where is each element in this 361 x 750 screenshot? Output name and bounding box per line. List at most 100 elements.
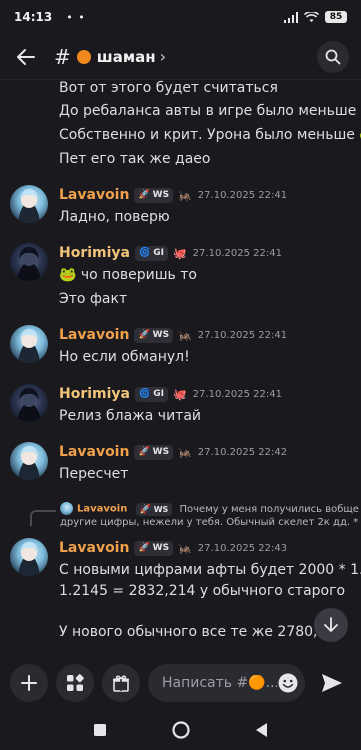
message-line: Это факт [59,291,128,307]
jump-to-latest-button[interactable] [314,608,348,642]
avatar[interactable] [10,384,48,422]
chevron-right-icon[interactable]: › [160,47,166,66]
message-header: Lavavoin 🚀 WS 🦗 27.10.2025 22:43 [59,540,287,556]
hash-icon: # [54,44,71,69]
username[interactable]: Lavavoin [59,540,129,556]
timestamp: 27.10.2025 22:41 [197,329,288,341]
send-button[interactable] [313,664,351,702]
emoji-icon[interactable] [277,672,299,694]
signal-icon [284,11,298,23]
guild-tag[interactable]: 🚀 WS [134,187,174,203]
swirl-icon: 🌀 [139,389,151,399]
message-line: 🐸 чо поверишь то [59,267,197,283]
guild-tag[interactable]: 🚀 WS [134,327,174,343]
orange-circle-emoji [76,49,91,64]
guild-tag[interactable]: 🌀 GI [135,386,168,402]
badge-icon: 🦗 [178,188,192,202]
channel-name[interactable]: шаман [97,48,156,66]
tag-label: WS [152,330,170,340]
message-header: Horimiya 🌀 GI 🐙 27.10.2025 22:41 [59,386,282,402]
rocket-icon: 🚀 [138,330,150,340]
tag-label: WS [152,190,170,200]
message-line: Вот от этого будет считаться [59,80,278,96]
reply-username: Lavavoin [77,503,128,515]
arrow-down-icon [324,617,338,632]
tag-label: WS [152,447,170,457]
badge-icon: 🦗 [178,445,192,459]
message-header: Horimiya 🌀 GI 🐙 27.10.2025 22:41 [59,245,282,261]
message-composer: Написать #🟠... [0,655,361,710]
badge-icon: 🦗 [178,541,192,555]
message-header: Lavavoin 🚀 WS 🦗 27.10.2025 22:41 [59,187,287,203]
reply-text-line2[interactable]: другие цифры, нежели у тебя. Обычный ске… [60,517,358,528]
tag-label: GI [153,389,164,399]
avatar[interactable] [10,243,48,281]
guild-tag[interactable]: 🚀 WS [134,540,174,556]
search-button[interactable] [317,40,349,73]
plus-icon [21,674,37,691]
add-attachment-button[interactable] [10,663,48,702]
status-icons: 85 [284,11,347,23]
channel-header: # шаман › [0,34,361,80]
message-line: До ребаланса авты в игре было меньше [59,103,357,119]
status-bar: 14:13 • • 85 [0,0,361,34]
status-time: 14:13 [14,10,53,24]
reply-avatar [60,502,73,515]
search-icon [325,49,341,64]
message-line: Но если обманул! [59,349,190,365]
badge-icon: 🐙 [172,246,187,260]
timestamp: 27.10.2025 22:41 [192,247,282,259]
timestamp: 27.10.2025 22:41 [197,189,288,201]
rocket-icon: 🚀 [139,504,151,515]
message-input-placeholder: Написать #🟠... [162,674,277,691]
message-list[interactable]: Вот от этого будет считаться До ребаланс… [0,80,361,655]
home-circle-icon[interactable] [171,721,190,739]
wifi-icon [304,11,319,22]
avatar[interactable] [10,185,48,223]
gift-button[interactable] [102,663,140,702]
rocket-icon: 🚀 [138,543,150,553]
send-icon [322,673,342,692]
guild-tag[interactable]: 🚀 WS [134,444,174,460]
username[interactable]: Lavavoin [59,444,129,460]
timestamp: 27.10.2025 22:42 [197,446,288,458]
arrow-left-icon [17,48,35,65]
reply-text-line1: Почему у меня получились вобще [179,503,359,515]
reply-connector [30,510,56,526]
apps-button[interactable] [56,663,94,702]
battery-icon: 85 [325,11,347,23]
avatar[interactable] [10,442,48,480]
message-line: 1.2145 = 2832,214 у обычного старого [59,583,346,599]
message-line: Пересчет [59,466,129,482]
back-button[interactable] [12,43,40,71]
rocket-icon: 🚀 [138,190,150,200]
tag-label: WS [152,543,170,553]
reply-preview[interactable]: Lavavoin 🚀 WS Почему у меня получились во… [60,502,359,516]
username[interactable]: Horimiya [59,386,130,402]
badge-icon: 🦗 [178,328,192,342]
avatar[interactable] [10,538,48,576]
apps-icon [67,673,84,691]
message-line: Собственно и крит. Урона было меньше 🐸 [59,127,361,143]
username[interactable]: Lavavoin [59,187,129,203]
message-line: Пет его так же даео [59,151,211,167]
tag-label: GI [153,248,164,258]
avatar[interactable] [10,325,48,363]
username[interactable]: Horimiya [59,245,130,261]
timestamp: 27.10.2025 22:41 [192,388,282,400]
recents-square-icon[interactable] [93,724,106,736]
message-line: У нового обычного все те же 2780,25 [59,624,336,640]
message-line: Релиз блажа читай [59,408,202,424]
status-notification-dots: • • [66,10,86,24]
tag-label: WS [153,505,169,514]
reply-guild-tag: 🚀 WS [135,503,173,516]
message-input[interactable]: Написать #🟠... [148,663,305,702]
guild-tag[interactable]: 🌀 GI [135,245,168,261]
username[interactable]: Lavavoin [59,327,129,343]
badge-icon: 🐙 [172,387,187,401]
message-line: С новыми цифрами афты будет 2000 * 1.166… [59,562,361,578]
message-header: Lavavoin 🚀 WS 🦗 27.10.2025 22:42 [59,444,287,460]
gift-icon [113,674,129,692]
back-triangle-icon[interactable] [255,723,268,737]
message-header: Lavavoin 🚀 WS 🦗 27.10.2025 22:41 [59,327,287,343]
